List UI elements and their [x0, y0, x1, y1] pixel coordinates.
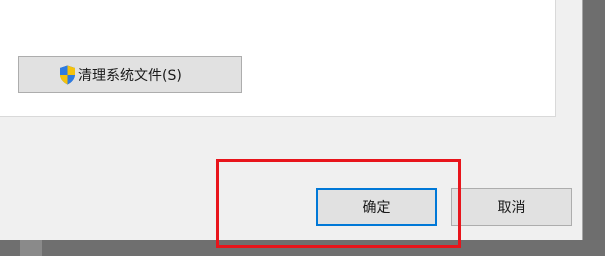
uac-shield-icon	[59, 65, 76, 85]
ok-button-label: 确定	[362, 200, 391, 216]
dialog-border	[582, 0, 583, 240]
background-area	[0, 240, 605, 256]
cancel-button-label: 取消	[497, 200, 526, 216]
clean-system-files-button[interactable]: 清理系统文件(S)	[18, 56, 242, 93]
content-panel: 清理系统文件(S)	[0, 0, 556, 117]
background-block	[20, 240, 42, 256]
ok-button[interactable]: 确定	[316, 188, 437, 226]
clean-system-files-label: 清理系统文件(S)	[78, 67, 182, 84]
cancel-button[interactable]: 取消	[451, 188, 572, 226]
disk-cleanup-dialog: 清理系统文件(S) 确定 取消	[0, 0, 582, 240]
